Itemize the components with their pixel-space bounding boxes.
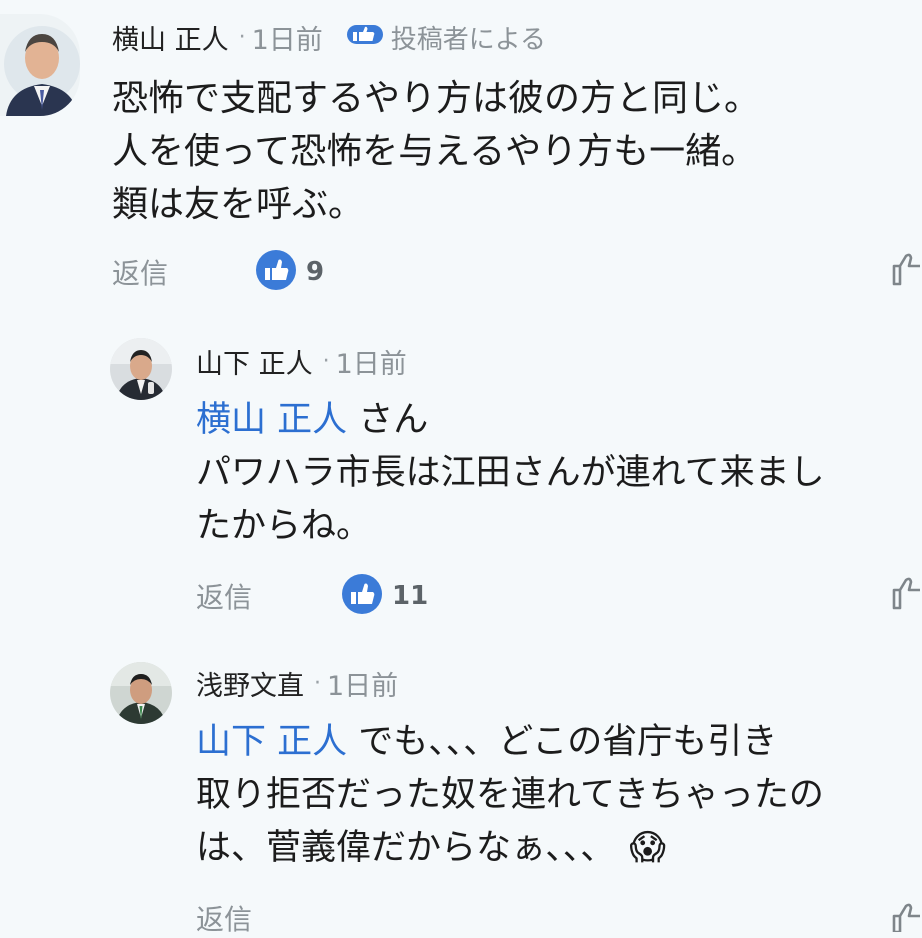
owner-liked-badge: 投稿者による (346, 19, 547, 56)
thumbs-up-outline-icon[interactable] (890, 898, 922, 936)
separator-dot: · (322, 349, 330, 374)
reply-button[interactable]: 返信 (112, 252, 168, 292)
comment-thread: { "comments": [ { "author": "横山 正人", "do… (0, 0, 922, 936)
comment-line: 類は友を呼ぶ。 (112, 184, 365, 225)
comment-text: さん (347, 400, 429, 440)
avatar[interactable] (110, 338, 172, 400)
comment-time: 1日前 (251, 25, 323, 56)
comment-time: 1日前 (327, 671, 399, 702)
comment-body: 山下 正人 でも、、、どこの省庁も引き 取り拒否だった奴を連れてきちゃったの は… (196, 716, 824, 875)
comment-text: でも、、、どこの省庁も引き (347, 722, 778, 762)
comment-time: 1日前 (335, 349, 407, 380)
avatar[interactable] (0, 14, 80, 116)
mention-link[interactable]: 横山 正人 (196, 400, 347, 440)
separator-dot: · (238, 25, 246, 50)
like-count: 11 (392, 581, 429, 611)
comment-line: パワハラ市長は江田さんが連れて来まし (196, 453, 825, 493)
comment-line: 山下 正人 でも、、、どこの省庁も引き (196, 716, 824, 769)
comment-line: 横山 正人 さん (196, 394, 825, 447)
thumbs-up-outline-icon[interactable] (890, 248, 922, 292)
author-name[interactable]: 浅野文直 (196, 664, 304, 703)
reply-button[interactable]: 返信 (196, 576, 252, 616)
screaming-face-emoji: 😱 (629, 828, 666, 868)
comment-line: 人を使って恐怖を与えるやり方も一緒。 (112, 131, 758, 172)
comment-3: 浅野文直 · 1日前 山下 正人 でも、、、どこの省庁も引き 取り拒否だった奴を… (0, 642, 922, 936)
thumbs-up-icon (346, 22, 383, 53)
mention-link[interactable]: 山下 正人 (196, 722, 347, 762)
like-count: 9 (306, 257, 325, 287)
thumbs-up-icon (342, 574, 383, 618)
comment-body: 恐怖で支配するやり方は彼の方と同じ。 人を使って恐怖を与えるやり方も一緒。 類は… (112, 72, 760, 231)
reply-button[interactable]: 返信 (196, 898, 252, 938)
comment-text: は、菅義偉だからなぁ、、、 (196, 828, 616, 868)
comment-meta: 浅野文直 · 1日前 (196, 664, 398, 703)
thumbs-up-icon (256, 250, 297, 294)
comment-actions: 返信 11 (196, 574, 428, 618)
author-name[interactable]: 山下 正人 (196, 342, 313, 381)
comment-actions: 返信 9 (112, 250, 324, 294)
comment-2: 山下 正人 · 1日前 横山 正人 さん パワハラ市長は江田さんが連れて来まし … (0, 320, 922, 630)
owner-tag-label: 投稿者による (390, 25, 547, 55)
thumbs-up-outline-icon[interactable] (890, 572, 922, 616)
comment-line: たからね。 (196, 506, 372, 546)
author-name[interactable]: 横山 正人 (112, 18, 229, 57)
comment-body: 横山 正人 さん パワハラ市長は江田さんが連れて来まし たからね。 (196, 394, 825, 553)
comment-line: 恐怖で支配するやり方は彼の方と同じ。 (112, 78, 761, 119)
comment-actions: 返信 (196, 898, 252, 938)
comment-1: 横山 正人 · 1日前 投稿者による 恐怖で支配するやり方は彼の方と同じ。 人を… (0, 0, 922, 310)
comment-line: は、菅義偉だからなぁ、、、 😱 (196, 822, 824, 875)
like-button[interactable]: 11 (342, 574, 428, 618)
comment-meta: 山下 正人 · 1日前 (196, 342, 407, 381)
like-button[interactable]: 9 (256, 250, 324, 294)
comment-meta: 横山 正人 · 1日前 投稿者による (112, 18, 546, 57)
comment-line: 取り拒否だった奴を連れてきちゃったの (196, 775, 824, 815)
separator-dot: · (314, 671, 321, 696)
avatar[interactable] (110, 662, 172, 724)
